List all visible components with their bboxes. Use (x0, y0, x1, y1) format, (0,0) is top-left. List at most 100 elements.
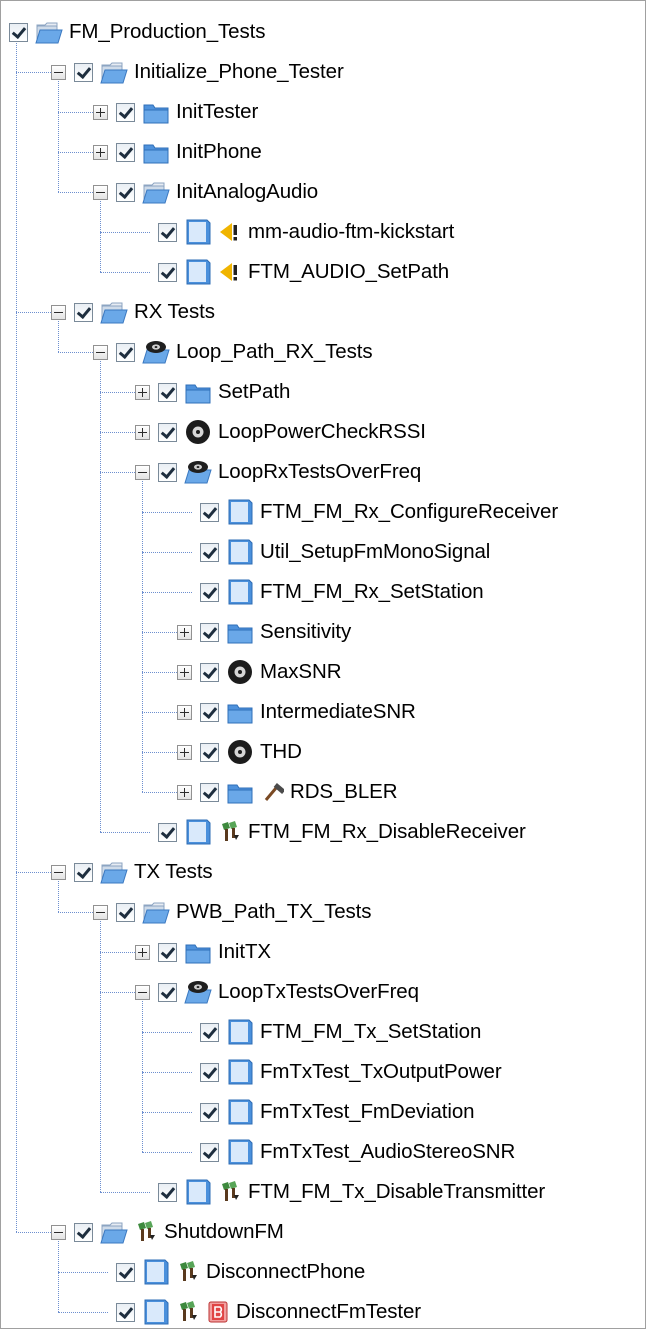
tree-node-shutdownfm[interactable]: ShutdownFM (1, 1212, 641, 1252)
step-icon (225, 1017, 255, 1047)
tree-node-ftm-fm-rx-setstation[interactable]: FTM_FM_Rx_SetStation (1, 572, 641, 612)
tree-node-pwb-path-tx-tests[interactable]: PWB_Path_TX_Tests (1, 892, 641, 932)
node-checkbox[interactable] (74, 862, 93, 882)
node-checkbox[interactable] (200, 542, 219, 562)
collapse-icon[interactable] (135, 464, 150, 480)
node-checkbox[interactable] (200, 782, 219, 802)
step-icon (225, 497, 255, 527)
expand-icon[interactable] (177, 664, 192, 680)
node-checkbox[interactable] (200, 582, 219, 602)
node-label: InitTX (218, 940, 271, 963)
collapse-icon[interactable] (135, 984, 150, 1000)
tree-node-looptxtestsoverfreq[interactable]: LoopTxTestsOverFreq (1, 972, 641, 1012)
node-checkbox[interactable] (116, 142, 135, 162)
collapse-icon[interactable] (93, 184, 108, 200)
collapse-icon[interactable] (51, 864, 66, 880)
expand-icon[interactable] (93, 104, 108, 120)
tree-node-fmtxtest-audiostereosnr[interactable]: FmTxTest_AudioStereoSNR (1, 1132, 641, 1172)
node-checkbox[interactable] (116, 102, 135, 122)
tree-node-ftm-fm-rx-disablereceiver[interactable]: FTM_FM_Rx_DisableReceiver (1, 812, 641, 852)
node-checkbox[interactable] (200, 502, 219, 522)
tree-node-intermediatesnr[interactable]: IntermediateSNR (1, 692, 641, 732)
node-checkbox[interactable] (158, 1182, 177, 1202)
node-label: FmTxTest_AudioStereoSNR (260, 1140, 516, 1163)
tree-node-disconnectphone[interactable]: DisconnectPhone (1, 1252, 641, 1292)
tree-node-looppowercheckrssi[interactable]: LoopPowerCheckRSSI (1, 412, 641, 452)
node-checkbox[interactable] (200, 1142, 219, 1162)
node-label: MaxSNR (260, 660, 342, 683)
node-label: Loop_Path_RX_Tests (176, 340, 373, 363)
node-label: Initialize_Phone_Tester (134, 60, 344, 83)
node-checkbox[interactable] (158, 822, 177, 842)
tree-node-initanalogaudio[interactable]: InitAnalogAudio (1, 172, 641, 212)
tree-node-inittx[interactable]: InitTX (1, 932, 641, 972)
tree-node-fmtxtest-txoutputpower[interactable]: FmTxTest_TxOutputPower (1, 1052, 641, 1092)
node-label: RDS_BLER (290, 780, 398, 803)
node-checkbox[interactable] (158, 462, 177, 482)
tree-node-fm-production-tests[interactable]: FM_Production_Tests (1, 12, 641, 52)
node-checkbox[interactable] (74, 302, 93, 322)
node-checkbox[interactable] (158, 382, 177, 402)
tree-node-ftm-audio-setpath[interactable]: FTM_AUDIO_SetPath (1, 252, 641, 292)
folder-open-icon (99, 297, 129, 327)
node-checkbox[interactable] (200, 622, 219, 642)
node-checkbox[interactable] (158, 262, 177, 282)
tree-node-fmtxtest-fmdeviation[interactable]: FmTxTest_FmDeviation (1, 1092, 641, 1132)
node-checkbox[interactable] (116, 182, 135, 202)
node-checkbox[interactable] (158, 942, 177, 962)
tree-node-thd[interactable]: THD (1, 732, 641, 772)
expand-icon[interactable] (135, 384, 150, 400)
tree-node-loop-path-rx-tests[interactable]: Loop_Path_RX_Tests (1, 332, 641, 372)
node-checkbox[interactable] (200, 702, 219, 722)
tree-node-sensitivity[interactable]: Sensitivity (1, 612, 641, 652)
node-checkbox[interactable] (74, 62, 93, 82)
tree-node-maxsnr[interactable]: MaxSNR (1, 652, 641, 692)
node-label: InitAnalogAudio (176, 180, 319, 203)
collapse-icon[interactable] (51, 1224, 66, 1240)
tree-node-initialize-phone-tester[interactable]: Initialize_Phone_Tester (1, 52, 641, 92)
node-label: FTM_FM_Rx_SetStation (260, 580, 484, 603)
tree-node-util-setupfmmonosignal[interactable]: Util_SetupFmMonoSignal (1, 532, 641, 572)
tree-node-rds-bler[interactable]: RDS_BLER (1, 772, 641, 812)
collapse-icon[interactable] (51, 304, 66, 320)
node-checkbox[interactable] (158, 422, 177, 442)
expand-icon[interactable] (177, 744, 192, 760)
tree-node-ftm-fm-tx-disabletransmitter[interactable]: FTM_FM_Tx_DisableTransmitter (1, 1172, 641, 1212)
node-checkbox[interactable] (116, 902, 135, 922)
tree-node-rx-tests[interactable]: RX Tests (1, 292, 641, 332)
node-checkbox[interactable] (200, 1022, 219, 1042)
tree-node-initphone[interactable]: InitPhone (1, 132, 641, 172)
node-checkbox[interactable] (158, 982, 177, 1002)
tree-node-setpath[interactable]: SetPath (1, 372, 641, 412)
folder-open-icon (99, 57, 129, 87)
collapse-icon[interactable] (93, 344, 108, 360)
node-checkbox[interactable] (200, 1102, 219, 1122)
collapse-icon[interactable] (93, 904, 108, 920)
node-checkbox[interactable] (116, 1302, 135, 1322)
node-checkbox[interactable] (200, 742, 219, 762)
node-checkbox[interactable] (9, 22, 28, 42)
node-checkbox[interactable] (158, 222, 177, 242)
collapse-icon[interactable] (51, 64, 66, 80)
loop-folder-icon (183, 457, 213, 487)
node-label: FTM_FM_Tx_SetStation (260, 1020, 482, 1043)
tree-node-tx-tests[interactable]: TX Tests (1, 852, 641, 892)
expand-icon[interactable] (177, 624, 192, 640)
expand-icon[interactable] (177, 784, 192, 800)
test-sequence-tree[interactable]: FM_Production_Tests Initialize_Phone_Test… (0, 0, 646, 1329)
tree-node-ftm-fm-tx-setstation[interactable]: FTM_FM_Tx_SetStation (1, 1012, 641, 1052)
tree-node-mm-audio-ftm-kickstart[interactable]: mm-audio-ftm-kickstart (1, 212, 641, 252)
node-checkbox[interactable] (116, 1262, 135, 1282)
node-checkbox[interactable] (116, 342, 135, 362)
node-checkbox[interactable] (200, 1062, 219, 1082)
expand-icon[interactable] (93, 144, 108, 160)
node-checkbox[interactable] (74, 1222, 93, 1242)
tree-node-inittester[interactable]: InitTester (1, 92, 641, 132)
node-checkbox[interactable] (200, 662, 219, 682)
tree-node-looprxtestsoverfreq[interactable]: LoopRxTestsOverFreq (1, 452, 641, 492)
tree-node-disconnectfmtester[interactable]: DisconnectFmTester (1, 1292, 641, 1328)
expand-icon[interactable] (135, 424, 150, 440)
tree-node-ftm-fm-rx-configurereceiver[interactable]: FTM_FM_Rx_ConfigureReceiver (1, 492, 641, 532)
expand-icon[interactable] (135, 944, 150, 960)
expand-icon[interactable] (177, 704, 192, 720)
